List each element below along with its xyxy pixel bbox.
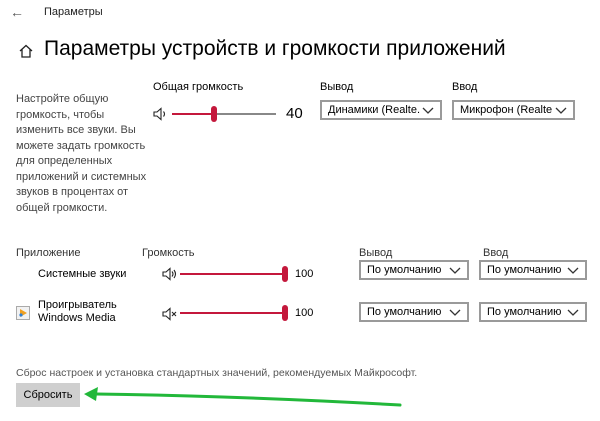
media-player-icon [16, 306, 30, 320]
header-input: Ввод [483, 247, 509, 259]
app-volume-thumb[interactable] [282, 305, 288, 321]
master-output-dropdown[interactable]: Динамики (Realte... [320, 100, 442, 120]
app-output-dropdown[interactable]: По умолчанию [359, 302, 469, 322]
speaker-muted-icon[interactable] [162, 307, 178, 321]
app-output-value: По умолчанию [367, 306, 442, 318]
app-volume-value: 100 [295, 307, 314, 319]
speaker-icon[interactable] [162, 267, 178, 281]
app-input-dropdown[interactable]: По умолчанию [479, 302, 587, 322]
annotation-arrow-icon [84, 387, 402, 407]
chevron-down-icon [449, 267, 461, 274]
chevron-down-icon [449, 309, 461, 316]
app-input-value: По умолчанию [487, 264, 562, 276]
page-title: Параметры устройств и громкости приложен… [44, 37, 506, 60]
app-input-value: По умолчанию [487, 306, 562, 318]
app-input-dropdown[interactable]: По умолчанию [479, 260, 587, 280]
header-app: Приложение [16, 247, 81, 259]
app-volume-slider[interactable] [180, 266, 288, 282]
app-volume-fill [180, 273, 286, 275]
master-volume-value: 40 [286, 105, 303, 122]
chevron-down-icon [555, 107, 567, 114]
master-volume-fill [172, 113, 214, 115]
header-volume: Громкость [142, 247, 195, 259]
master-volume-thumb[interactable] [211, 106, 217, 122]
reset-button[interactable]: Сбросить [16, 383, 80, 407]
master-description: Настройте общую громкость, чтобы изменит… [16, 93, 147, 214]
app-name: Проигрыватель Windows Media [38, 299, 117, 324]
header-output: Вывод [359, 247, 393, 259]
master-input-dropdown[interactable]: Микрофон (Realte... [452, 100, 575, 120]
app-output-value: По умолчанию [367, 264, 442, 276]
speaker-icon[interactable] [153, 107, 169, 121]
master-input-label: Ввод [452, 81, 478, 93]
home-icon[interactable] [18, 43, 34, 59]
master-volume-slider[interactable] [172, 106, 276, 122]
master-output-label: Вывод [320, 81, 354, 93]
app-volume-thumb[interactable] [282, 266, 288, 282]
chevron-down-icon [422, 107, 434, 114]
app-volume-slider[interactable] [180, 305, 288, 321]
app-volume-value: 100 [295, 268, 314, 280]
window-title: Параметры [44, 6, 103, 18]
app-volume-fill [180, 312, 286, 314]
app-name: Системные звуки [38, 268, 127, 280]
master-volume-label: Общая громкость [153, 81, 244, 93]
back-arrow-icon[interactable]: ← [10, 4, 24, 20]
chevron-down-icon [567, 267, 579, 274]
app-output-dropdown[interactable]: По умолчанию [359, 260, 469, 280]
master-input-value: Микрофон (Realte... [460, 104, 553, 116]
master-volume-track [214, 113, 276, 115]
chevron-down-icon [567, 309, 579, 316]
master-output-value: Динамики (Realte... [328, 104, 420, 116]
reset-description: Сброс настроек и установка стандартных з… [16, 367, 418, 379]
